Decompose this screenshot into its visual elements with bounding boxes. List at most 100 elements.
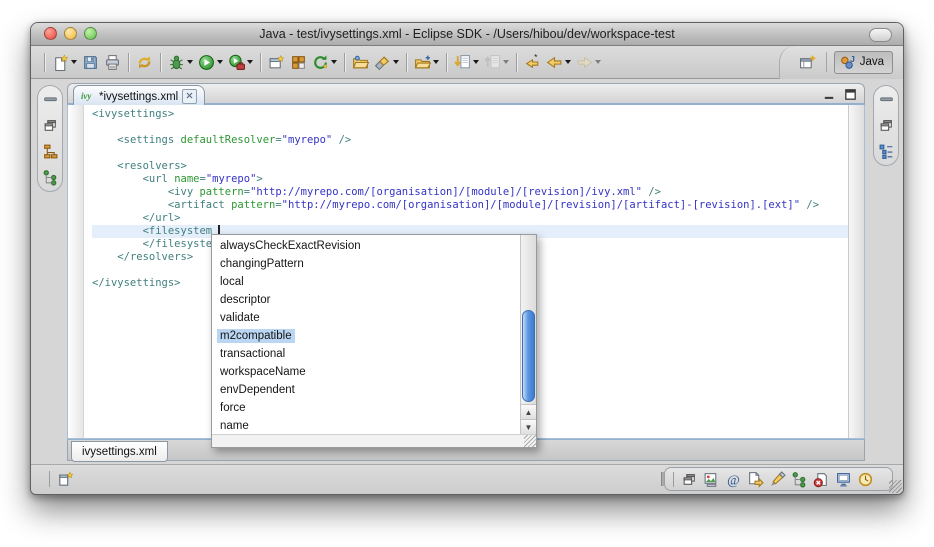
ivy-icon: ivy	[80, 88, 95, 106]
editor-vertical-scrollbar[interactable]	[848, 105, 864, 438]
scroll-up-button[interactable]: ▲	[521, 404, 536, 420]
svg-text:J: J	[850, 54, 855, 64]
svg-text:@: @	[727, 472, 740, 487]
content-assist-item[interactable]: envDependent	[212, 381, 521, 399]
refresh-button[interactable]	[134, 52, 155, 73]
prev-annotation-button[interactable]	[482, 52, 511, 73]
fast-view-button[interactable]	[57, 470, 75, 488]
error-log-icon[interactable]	[813, 471, 830, 488]
brush-icon[interactable]	[769, 471, 786, 488]
left-fastview-bar	[37, 85, 63, 192]
open-folder-icon	[352, 54, 369, 71]
minimize-editor-button[interactable]	[822, 87, 837, 102]
debug-button[interactable]	[166, 52, 195, 73]
popup-scrollbar[interactable]: ▲ ▼	[520, 235, 536, 435]
source-page-tab[interactable]: ivysettings.xml	[71, 441, 168, 462]
folder-menu-icon	[414, 54, 431, 71]
dropdown-arrow-icon[interactable]	[503, 60, 509, 64]
external-tools-icon	[228, 54, 245, 71]
next-annotation-button[interactable]	[452, 52, 481, 73]
open-resource-button[interactable]	[350, 52, 371, 73]
right-fastview-bar	[873, 85, 899, 166]
search-button[interactable]	[372, 52, 401, 73]
outline-icon[interactable]	[878, 143, 895, 160]
image-view-icon[interactable]	[703, 471, 720, 488]
new-button[interactable]	[50, 52, 79, 73]
new-view-icon	[268, 54, 285, 71]
scroll-down-button[interactable]: ▼	[521, 419, 536, 435]
toolbar-group	[452, 52, 511, 73]
toolbar-group	[266, 52, 339, 73]
working-set-button[interactable]	[412, 52, 441, 73]
type-tree-icon[interactable]	[42, 169, 59, 186]
editor-tab[interactable]: ivy *ivysettings.xml	[73, 85, 205, 107]
content-assist-item[interactable]: descriptor	[212, 291, 521, 309]
status-bar: @	[31, 464, 903, 494]
package-hierarchy-icon[interactable]	[42, 143, 59, 160]
toolbar-toggle-lozenge[interactable]	[869, 28, 892, 42]
popup-resize-grip[interactable]	[524, 435, 536, 447]
content-assist-item[interactable]: local	[212, 273, 521, 291]
dropdown-arrow-icon[interactable]	[393, 60, 399, 64]
restore-icon[interactable]	[42, 117, 59, 134]
content-assist-item[interactable]: force	[212, 399, 521, 417]
popup-scrollbar-thumb[interactable]	[522, 310, 535, 402]
external-tools-button[interactable]	[226, 52, 255, 73]
window-title: Java - test/ivysettings.xml - Eclipse SD…	[31, 27, 903, 41]
restore-tray-button[interactable]	[681, 471, 698, 488]
content-assist-item[interactable]: changingPattern	[212, 255, 521, 273]
debug-icon	[168, 54, 185, 71]
dropdown-arrow-icon[interactable]	[565, 60, 571, 64]
toolbar-separator	[160, 53, 161, 72]
minimize-bar[interactable]	[878, 91, 895, 108]
editor-tab-row: ivy *ivysettings.xml	[67, 83, 865, 105]
dropdown-arrow-icon[interactable]	[433, 60, 439, 64]
green-tree-icon[interactable]	[791, 471, 808, 488]
popup-footer	[212, 434, 536, 447]
java-perspective-icon: J	[839, 54, 856, 71]
console-icon[interactable]	[835, 471, 852, 488]
save-button[interactable]	[80, 52, 101, 73]
export-doc-icon[interactable]	[747, 471, 764, 488]
back-button[interactable]	[544, 52, 573, 73]
content-assist-item[interactable]: transactional	[212, 345, 521, 363]
toolbar-group: *	[522, 52, 603, 73]
svg-text:*: *	[534, 54, 538, 62]
perspective-switcher: J Java	[779, 46, 903, 79]
new-java-project-button[interactable]	[266, 52, 287, 73]
annotation-ruler[interactable]	[68, 105, 84, 438]
dropdown-arrow-icon[interactable]	[187, 60, 193, 64]
minimize-bar[interactable]	[42, 91, 59, 108]
content-assist-item[interactable]: name	[212, 417, 521, 435]
dropdown-arrow-icon[interactable]	[331, 60, 337, 64]
toolbar-group	[350, 52, 401, 73]
at-sign-icon[interactable]: @	[725, 471, 742, 488]
main-toolbar: * J Java	[31, 46, 903, 79]
maximize-editor-button[interactable]	[843, 87, 858, 102]
dropdown-arrow-icon[interactable]	[71, 60, 77, 64]
window-resize-grip[interactable]	[889, 480, 902, 493]
content-assist-item[interactable]: workspaceName	[212, 363, 521, 381]
screen: Java - test/ivysettings.xml - Eclipse SD…	[0, 0, 934, 547]
content-assist-item[interactable]: validate	[212, 309, 521, 327]
dropdown-arrow-icon[interactable]	[247, 60, 253, 64]
plugin-button[interactable]	[288, 52, 309, 73]
history-clock-icon[interactable]	[857, 471, 874, 488]
forward-button[interactable]	[574, 52, 603, 73]
content-assist-item[interactable]: alwaysCheckExactRevision	[212, 237, 521, 255]
open-perspective-button[interactable]	[796, 52, 819, 73]
toolbar-group	[412, 52, 441, 73]
toolbar-separator	[344, 53, 345, 72]
restore-icon[interactable]	[878, 117, 895, 134]
run-button[interactable]	[196, 52, 225, 73]
content-assist-item[interactable]: m2compatible	[212, 327, 521, 345]
update-button[interactable]	[310, 52, 339, 73]
dropdown-arrow-icon[interactable]	[595, 60, 601, 64]
last-edit-location-button[interactable]: *	[522, 52, 543, 73]
dropdown-arrow-icon[interactable]	[217, 60, 223, 64]
dropdown-arrow-icon[interactable]	[473, 60, 479, 64]
close-tab-button[interactable]	[182, 89, 197, 104]
java-perspective-button[interactable]: J Java	[834, 51, 893, 74]
update-icon	[312, 54, 329, 71]
print-button[interactable]	[102, 52, 123, 73]
